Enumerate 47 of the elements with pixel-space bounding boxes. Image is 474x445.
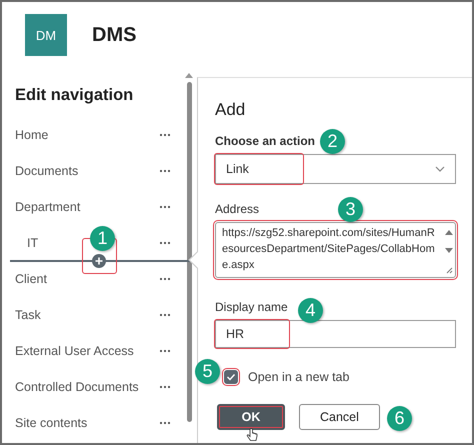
more-icon[interactable] xyxy=(159,169,171,173)
display-name-field[interactable]: HR xyxy=(215,320,456,348)
step-badge: 4 xyxy=(298,298,323,323)
more-icon[interactable] xyxy=(159,385,171,389)
scroll-up-icon[interactable] xyxy=(445,229,453,235)
checkmark-icon xyxy=(226,373,236,381)
step-badge: 5 xyxy=(195,359,220,384)
more-icon[interactable] xyxy=(159,205,171,209)
step-badge: 2 xyxy=(320,129,345,154)
step-badge: 1 xyxy=(90,226,115,251)
more-icon[interactable] xyxy=(159,241,171,245)
nav-item[interactable]: Site contents xyxy=(15,416,88,430)
site-title: DMS xyxy=(92,24,136,46)
field-label: Choose an action xyxy=(215,134,316,148)
hand-cursor-icon xyxy=(246,428,258,442)
more-icon[interactable] xyxy=(159,133,171,137)
site-logo: DM xyxy=(25,14,67,56)
panel-title: Add xyxy=(215,100,246,120)
step-badge: 6 xyxy=(387,406,412,431)
nav-item[interactable]: IT xyxy=(15,236,38,250)
ok-button[interactable]: OK xyxy=(217,404,285,430)
address-field[interactable]: https://szg52.sharepoint.com/sites/HumanResourcesDepartment/SitePages/CollabHome.aspx xyxy=(215,222,456,278)
field-label: Address xyxy=(215,202,260,216)
checkbox-label: Open in a new tab xyxy=(248,370,350,384)
nav-item[interactable]: External User Access xyxy=(15,344,134,358)
nav-item[interactable]: Home xyxy=(15,128,48,142)
add-link-button[interactable] xyxy=(92,254,106,268)
panel-title: Edit navigation xyxy=(14,86,134,105)
step-badge: 3 xyxy=(338,197,363,222)
more-icon[interactable] xyxy=(159,277,171,281)
more-icon[interactable] xyxy=(159,313,171,317)
scroll-down-icon[interactable] xyxy=(445,248,453,254)
cancel-button[interactable]: Cancel xyxy=(299,404,380,430)
more-icon[interactable] xyxy=(159,349,171,353)
resize-handle-icon[interactable] xyxy=(446,267,452,274)
nav-item[interactable]: Department xyxy=(15,200,80,214)
nav-item[interactable]: Controlled Documents xyxy=(15,380,139,394)
nav-item[interactable]: Client xyxy=(15,272,47,286)
action-dropdown[interactable]: Link xyxy=(215,154,456,184)
nav-item[interactable]: Documents xyxy=(15,164,78,178)
nav-item[interactable]: Task xyxy=(15,308,41,322)
field-label: Display name xyxy=(215,300,288,314)
scrollbar-thumb[interactable] xyxy=(186,82,192,422)
scroll-up-icon[interactable] xyxy=(185,72,193,78)
checkbox[interactable] xyxy=(224,370,238,384)
more-icon[interactable] xyxy=(159,421,171,425)
chevron-down-icon xyxy=(435,166,445,172)
